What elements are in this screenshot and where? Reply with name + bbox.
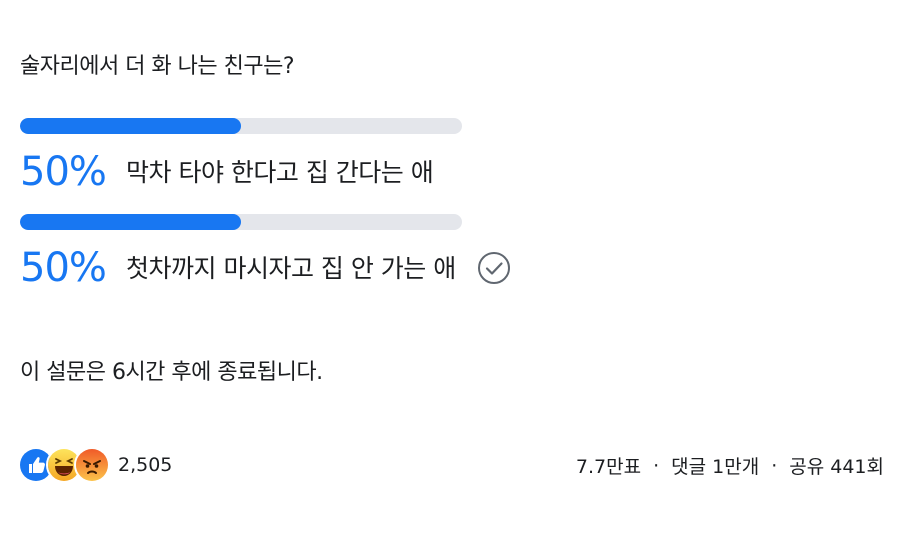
poll-option-2-label: 첫차까지 마시자고 집 안 가는 애 [126, 252, 511, 286]
poll-option-2[interactable]: 50% 첫차까지 마시자고 집 안 가는 애 [20, 214, 540, 294]
reaction-count: 2,505 [118, 454, 173, 476]
comment-count[interactable]: 댓글 1만개 [671, 452, 759, 479]
check-circle-icon [477, 251, 511, 285]
post-stats: 7.7만표 · 댓글 1만개 · 공유 441회 [576, 452, 884, 479]
poll-option-1-bar [20, 118, 462, 134]
poll-option-1-label: 막차 타야 한다고 집 간다는 애 [126, 156, 434, 190]
poll-option-2-percent: 50% [20, 245, 107, 291]
poll-question: 술자리에서 더 화 나는 친구는? [20, 54, 295, 79]
separator-dot: · [771, 454, 778, 477]
angry-icon [74, 447, 110, 483]
poll-option-1-bar-fill [20, 118, 241, 134]
vote-count[interactable]: 7.7만표 [576, 452, 641, 479]
poll-option-1[interactable]: 50% 막차 타야 한다고 집 간다는 애 [20, 118, 540, 198]
reactions-summary[interactable]: 2,505 [18, 447, 173, 483]
poll-option-1-percent: 50% [20, 149, 107, 195]
poll-option-2-bar-fill [20, 214, 241, 230]
poll-option-2-text: 첫차까지 마시자고 집 안 가는 애 [126, 254, 456, 283]
poll-option-1-text: 막차 타야 한다고 집 간다는 애 [126, 158, 434, 187]
separator-dot: · [653, 454, 660, 477]
poll-status-text: 이 설문은 6시간 후에 종료됩니다. [20, 360, 323, 385]
share-count[interactable]: 공유 441회 [789, 452, 884, 479]
poll-option-2-bar [20, 214, 462, 230]
